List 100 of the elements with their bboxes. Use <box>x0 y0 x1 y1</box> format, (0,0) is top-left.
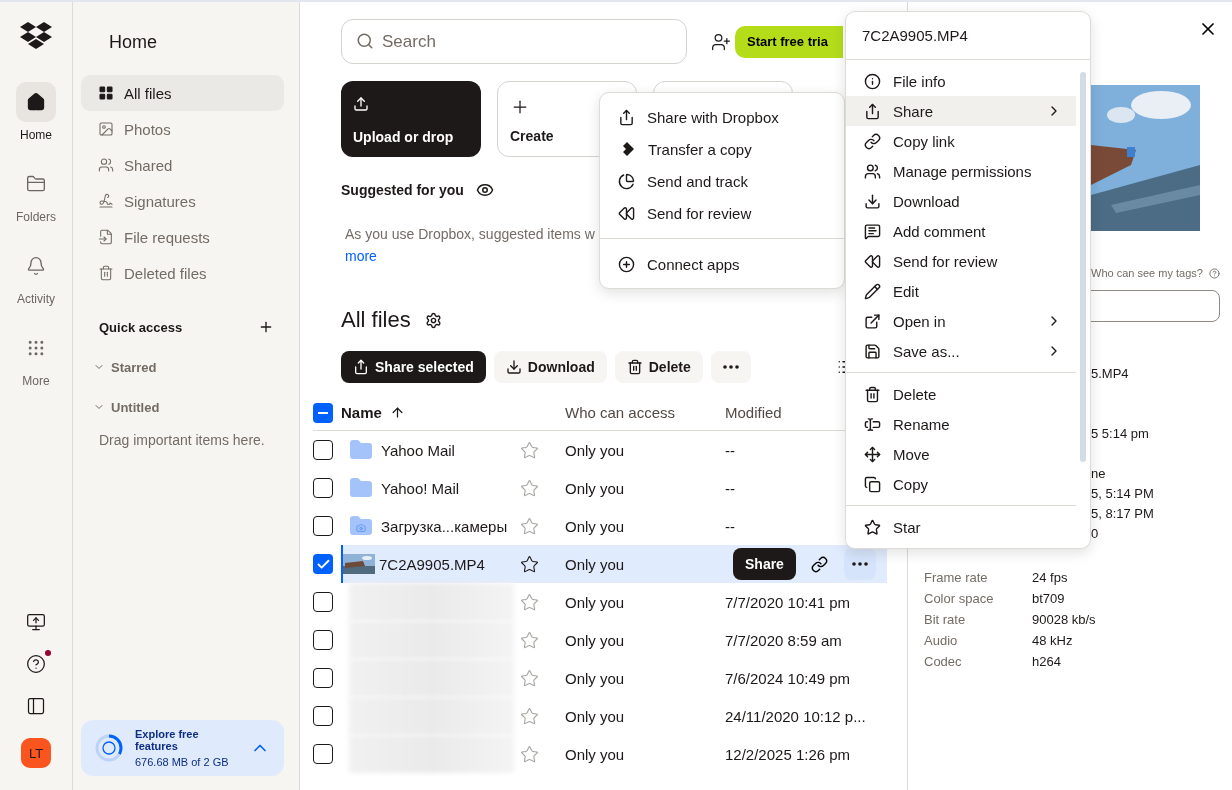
star-button[interactable] <box>520 744 539 764</box>
panel-icon[interactable] <box>26 696 46 716</box>
star-button[interactable] <box>520 630 539 650</box>
star-button[interactable] <box>520 554 539 574</box>
share-button[interactable]: Share selected <box>341 351 486 383</box>
section-toggle[interactable]: Untitled <box>81 395 284 419</box>
file-name[interactable]: Yahoo Mail <box>381 441 455 459</box>
rail-nav-item[interactable]: Folders <box>16 164 56 224</box>
add-icon[interactable] <box>258 319 274 335</box>
file-name[interactable]: Загрузка...камеры <box>381 517 508 535</box>
star-button[interactable] <box>520 516 539 536</box>
delete-button[interactable]: Delete <box>614 351 703 383</box>
section-toggle[interactable]: Starred <box>81 355 284 379</box>
more-icon <box>851 562 868 566</box>
row-checkbox[interactable] <box>313 630 333 650</box>
folder-icon <box>349 476 373 500</box>
section-label: Quick access <box>99 319 183 335</box>
upload-icon <box>353 96 369 112</box>
help-text[interactable]: Who can see my tags? <box>1091 267 1203 279</box>
row-checkbox[interactable] <box>313 478 333 498</box>
share-button[interactable]: Share <box>733 548 796 580</box>
detail-value: 0 <box>1091 526 1099 541</box>
folder-icon <box>349 438 373 462</box>
row-checkbox[interactable] <box>313 592 333 612</box>
detail-value: 48 kHz <box>1032 633 1074 648</box>
menu-item-icon <box>864 192 881 210</box>
menu-title: 7C2A9905.MP4 <box>846 12 1090 60</box>
menu-item[interactable]: Transfer a copy <box>600 133 844 165</box>
trash-icon <box>626 359 643 375</box>
detail-label: Bit rate <box>924 612 967 627</box>
menu-item[interactable]: Send and track <box>600 165 844 197</box>
storage-usage: 676.68 MB of 2 GB <box>135 756 230 768</box>
sidebar-item[interactable]: Signatures <box>81 183 284 219</box>
storage-card[interactable]: Explore free features 676.68 MB of 2 GB <box>81 720 284 776</box>
download-button[interactable]: Download <box>493 351 607 383</box>
image-icon <box>98 121 114 137</box>
avatar[interactable]: LT <box>21 738 51 768</box>
menu-item-icon <box>864 282 881 300</box>
sidebar-item[interactable]: All files <box>81 75 284 111</box>
row-checkbox[interactable] <box>313 440 333 460</box>
more-link[interactable]: more <box>345 245 377 267</box>
more-button[interactable] <box>710 351 751 383</box>
folder-icon <box>26 174 46 194</box>
grid-icon <box>98 85 114 101</box>
star-icon <box>520 706 539 726</box>
sort-icon <box>389 405 405 420</box>
more-button[interactable] <box>843 548 876 580</box>
star-button[interactable] <box>520 592 539 612</box>
bell-icon <box>26 256 46 276</box>
row-checkbox[interactable] <box>313 744 333 764</box>
detail-value: 5 5:14 pm <box>1091 426 1149 441</box>
rail-nav-item[interactable]: More <box>16 328 56 388</box>
name-column-header[interactable]: Name <box>341 404 405 421</box>
menu-item-icon <box>864 415 881 433</box>
signature-icon <box>98 193 114 209</box>
sidebar-item[interactable]: Photos <box>81 111 284 147</box>
menu-item-icon <box>864 385 881 403</box>
modified-cell: 12/2/2025 1:26 pm <box>725 745 851 763</box>
menu-item[interactable]: Connect apps <box>600 248 844 280</box>
select-all-checkbox[interactable] <box>313 402 333 423</box>
column-header[interactable]: Who can access <box>565 404 725 421</box>
access-cell: Only you <box>565 479 625 497</box>
upload-card[interactable]: Upload or drop <box>341 81 481 157</box>
add-person-icon[interactable] <box>711 31 731 52</box>
scrollbar[interactable] <box>1080 72 1086 462</box>
star-button[interactable] <box>520 478 539 498</box>
search-field[interactable]: Search <box>341 19 687 64</box>
star-button[interactable] <box>520 706 539 726</box>
menu-item-icon <box>864 312 881 330</box>
sidebar-item[interactable]: Shared <box>81 147 284 183</box>
star-icon <box>520 668 539 688</box>
menu-item-icon <box>864 252 881 270</box>
eye-icon[interactable] <box>475 181 494 199</box>
row-checkbox[interactable] <box>313 516 333 536</box>
menu-item[interactable]: Share with Dropbox <box>600 101 844 133</box>
star-button[interactable] <box>520 668 539 688</box>
row-checkbox[interactable] <box>313 668 333 688</box>
detail-label: Frame rate <box>924 570 989 585</box>
detail-value: 5, 8:17 PM <box>1091 506 1154 521</box>
modified-cell: 7/7/2020 10:41 pm <box>725 593 851 611</box>
access-cell: Only you <box>565 631 625 649</box>
trial-button[interactable]: Start free tria <box>735 25 843 58</box>
access-cell: Only you <box>565 593 625 611</box>
sidebar-item[interactable]: Deleted files <box>81 255 284 291</box>
search-icon <box>356 32 374 50</box>
help-icon[interactable] <box>26 654 46 674</box>
menu-item[interactable]: Share <box>846 96 1076 126</box>
rail-nav-item[interactable]: Activity <box>16 246 56 306</box>
menu-item[interactable]: Send for review <box>600 197 844 229</box>
settings-icon[interactable] <box>424 311 442 329</box>
grid-icon <box>26 338 46 358</box>
file-name[interactable]: Yahoo! Mail <box>381 479 460 497</box>
sidebar-item[interactable]: File requests <box>81 219 284 255</box>
access-cell: Only you <box>565 441 625 459</box>
more-icon <box>722 365 739 369</box>
row-checkbox[interactable] <box>313 554 333 574</box>
row-checkbox[interactable] <box>313 706 333 726</box>
star-button[interactable] <box>520 440 539 460</box>
modified-cell: -- <box>725 441 735 459</box>
desktop-icon[interactable] <box>26 612 46 632</box>
